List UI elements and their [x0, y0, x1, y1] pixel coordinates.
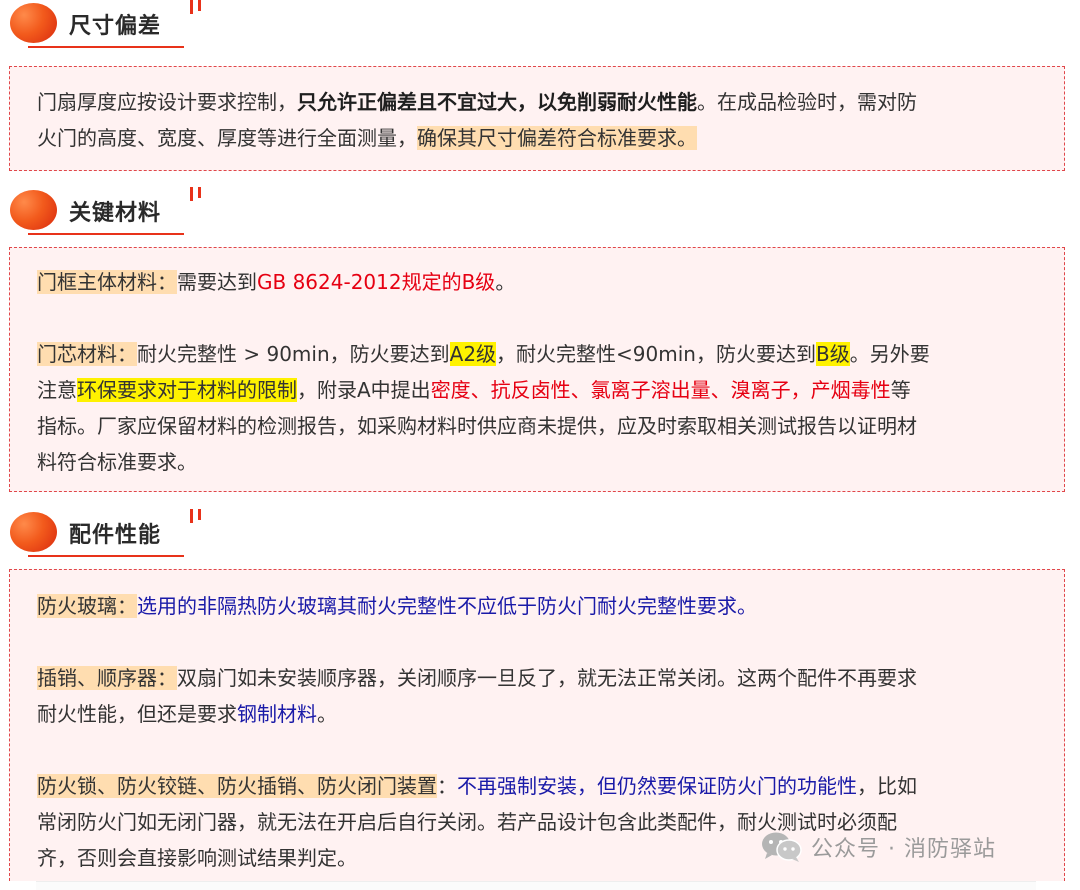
- title-tick-mark: [190, 0, 193, 14]
- paragraph: 插销、顺序器：双扇门如未安装顺序器，关闭顺序一旦反了，就无法正常关闭。这两个配件…: [37, 660, 1038, 732]
- label-highlight: 插销、顺序器：: [37, 666, 177, 690]
- red-text: GB 8624-2012规定的B级: [257, 270, 496, 294]
- section-title: 配件性能: [69, 523, 162, 548]
- text-span: 料符合标准要求。: [37, 450, 197, 474]
- paragraph: 门芯材料：耐火完整性 > 90min，防火要达到A2级，耐火完整性<90min，…: [37, 336, 1038, 480]
- blue-text: 钢制材料: [237, 702, 317, 726]
- wechat-icon: [761, 831, 803, 863]
- paragraph: 防火玻璃：选用的非隔热防火玻璃其耐火完整性不应低于防火门耐火完整性要求。: [37, 588, 1038, 624]
- section-title: 尺寸偏差: [69, 14, 162, 39]
- watermark: 公众号 · 消防驿站: [761, 827, 996, 867]
- text-span: ，比如: [857, 774, 917, 798]
- orange-circle-icon: [10, 3, 57, 43]
- label-highlight: 防火玻璃：: [37, 594, 137, 618]
- text-span: 耐火完整性 > 90min，防火要达到: [137, 342, 450, 366]
- title-tick-mark: [190, 187, 193, 201]
- title-underline: [28, 555, 184, 557]
- text-span: 。: [495, 270, 516, 294]
- title-tick-mark: [198, 0, 201, 11]
- text-span: ，附录A中提出: [297, 378, 431, 402]
- highlight-text: 确保其尺寸偏差符合标准要求。: [417, 126, 697, 150]
- paragraph: 门框主体材料：需要达到GB 8624-2012规定的B级。: [37, 264, 1038, 300]
- label-highlight: 防火锁、防火铰链、防火插销、防火闭门装置: [37, 774, 437, 798]
- section-header-accessories: 配件性能: [10, 509, 230, 557]
- text-span: 注意: [37, 378, 77, 402]
- yellow-highlight: B级: [815, 342, 850, 366]
- text-span: 。在成品检验时，需对防: [697, 90, 917, 114]
- section-box-materials: 门框主体材料：需要达到GB 8624-2012规定的B级。 门芯材料：耐火完整性…: [9, 247, 1065, 492]
- title-tick-mark: [198, 187, 201, 198]
- text-span: 门扇厚度应按设计要求控制，: [37, 90, 297, 114]
- title-underline: [28, 46, 184, 48]
- yellow-highlight: 环保要求对于材料的限制: [77, 378, 297, 402]
- text-span: 齐，否则会直接影响测试结果判定。: [37, 846, 357, 870]
- watermark-text: 公众号 · 消防驿站: [811, 837, 996, 862]
- red-text: 密度、抗反卤性、氯离子溶出量、溴离子，产烟毒性: [430, 378, 891, 402]
- yellow-highlight: A2级: [449, 342, 497, 366]
- text-span: 。: [317, 702, 337, 726]
- text-span: 火门的高度、宽度、厚度等进行全面测量，: [37, 126, 417, 150]
- section-header-size: 尺寸偏差: [10, 0, 230, 48]
- text-span: 需要达到: [177, 270, 257, 294]
- orange-circle-icon: [10, 190, 57, 230]
- text-span: ，耐火完整性<90min，防火要达到: [496, 342, 816, 366]
- text-span: 双扇门如未安装顺序器，关闭顺序一旦反了，就无法正常关闭。这两个配件不再要求: [177, 666, 917, 690]
- text-span: ：: [437, 774, 457, 798]
- title-tick-mark: [190, 509, 193, 523]
- text-span: 等: [890, 378, 911, 402]
- orange-circle-icon: [10, 512, 57, 552]
- label-highlight: 门芯材料：: [37, 342, 137, 366]
- text-span: 。另外要: [849, 342, 930, 366]
- label-highlight: 门框主体材料：: [37, 270, 177, 294]
- section-header-materials: 关键材料: [10, 187, 230, 235]
- paragraph: 门扇厚度应按设计要求控制，只允许正偏差且不宜过大，以免削弱耐火性能。在成品检验时…: [37, 84, 1038, 156]
- text-span: 耐火性能，但还是要求: [37, 702, 237, 726]
- section-box-size: 门扇厚度应按设计要求控制，只允许正偏差且不宜过大，以免削弱耐火性能。在成品检验时…: [9, 66, 1065, 171]
- section-title: 关键材料: [69, 201, 162, 226]
- title-tick-mark: [198, 509, 201, 520]
- blue-text: 选用的非隔热防火玻璃其耐火完整性不应低于防火门耐火完整性要求。: [137, 594, 757, 618]
- bold-text: 只允许正偏差且不宜过大，以免削弱耐火性能: [297, 90, 697, 114]
- text-span: 指标。厂家应保留材料的检测报告，如采购材料时供应商未提供，应及时索取相关测试报告…: [37, 414, 917, 438]
- blue-text: 不再强制安装，但仍然要保证防火门的功能性: [457, 774, 857, 798]
- title-underline: [28, 233, 184, 235]
